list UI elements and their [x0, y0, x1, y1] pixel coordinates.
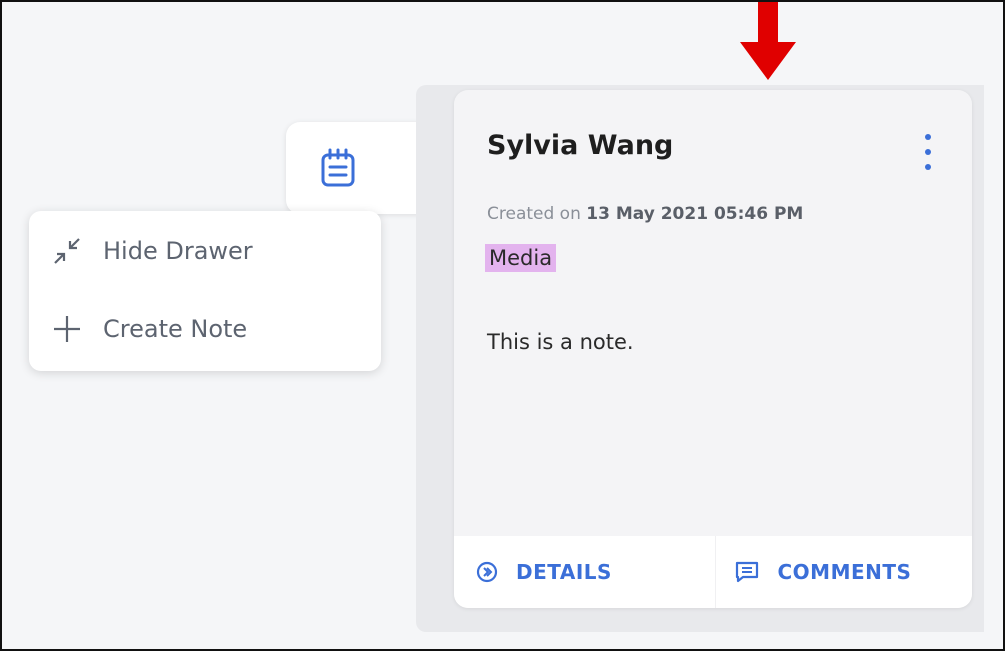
chevron-circle-right-icon [476, 561, 498, 583]
note-tag: Media [485, 244, 557, 272]
comment-icon [735, 561, 758, 583]
more-options-icon[interactable] [922, 134, 934, 170]
hide-drawer-menu-item[interactable]: Hide Drawer [49, 233, 253, 269]
hide-drawer-label: Hide Drawer [103, 237, 253, 265]
details-label: DETAILS [516, 560, 612, 584]
plus-icon [49, 311, 85, 347]
create-note-menu-item[interactable]: Create Note [49, 311, 247, 347]
note-body: This is a note. [487, 330, 634, 354]
created-prefix: Created on [487, 204, 581, 224]
collapse-arrows-icon [49, 233, 85, 269]
note-card: Sylvia Wang Created on 13 May 2021 05:46… [454, 90, 972, 608]
created-timestamp: Created on 13 May 2021 05:46 PM [487, 204, 803, 224]
create-note-label: Create Note [103, 315, 248, 343]
note-card-footer: DETAILS COMMENTS [454, 536, 972, 608]
comments-button[interactable]: COMMENTS [716, 536, 973, 608]
notepad-icon [321, 148, 355, 187]
pointer-arrow [740, 2, 796, 80]
created-date: 13 May 2021 05:46 PM [586, 204, 804, 224]
note-author: Sylvia Wang [487, 130, 674, 161]
comments-label: COMMENTS [777, 560, 912, 584]
details-button[interactable]: DETAILS [454, 536, 716, 608]
drawer-menu: Hide Drawer Create Note [29, 211, 381, 371]
screenshot-frame: Hide Drawer Create Note Sylvia Wang Crea… [0, 0, 1005, 651]
notes-drawer-tab[interactable] [286, 122, 436, 214]
